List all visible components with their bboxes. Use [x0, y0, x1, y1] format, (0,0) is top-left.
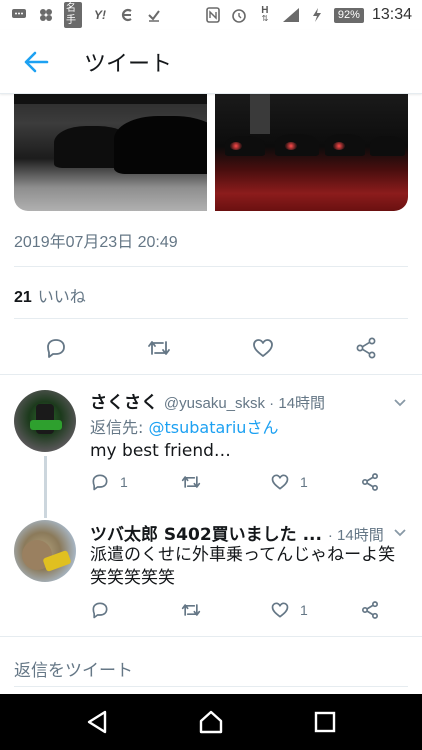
check-icon: [145, 7, 163, 23]
recents-square-icon: [314, 711, 336, 733]
reply-actions: 1: [90, 600, 380, 620]
back-arrow-icon: [24, 51, 49, 72]
share-button[interactable]: [360, 600, 380, 620]
share-button[interactable]: [352, 334, 380, 362]
tweet-timestamp: 2019年07月23日 20:49: [14, 234, 178, 251]
reply-tweet-input[interactable]: 返信をツイート: [14, 656, 133, 681]
reply-text: my best friend…: [90, 441, 231, 461]
reply-button[interactable]: [42, 334, 70, 362]
avatar[interactable]: [14, 390, 76, 452]
reply-actions: 1 1: [90, 472, 380, 492]
status-bar: 名手 Y! H ⇅ 92% 13:34: [0, 0, 422, 30]
yahoo-label: Y!: [94, 8, 106, 22]
tweet-media: [14, 94, 408, 211]
reply-button[interactable]: [90, 600, 130, 620]
reply-to-label: 返信先: @tsubatariuさん: [90, 414, 278, 438]
nav-home-button[interactable]: [191, 702, 231, 742]
meishi-label: 名手: [64, 2, 82, 28]
section-divider: [0, 636, 422, 637]
reply-button[interactable]: 1: [90, 472, 130, 492]
reply-text: 派遣のくせに外車乗ってんじゃねーよ笑笑笑笑笑笑: [90, 545, 396, 588]
reply-icon: [47, 339, 65, 358]
likes-label: いいね: [37, 289, 86, 306]
divider: [14, 266, 408, 267]
reply-icon: [92, 602, 108, 619]
alarm-icon: [230, 7, 248, 23]
retweet-button[interactable]: [180, 600, 220, 620]
nav-back-button[interactable]: [77, 702, 117, 742]
thread-line: [44, 456, 47, 518]
meishi-icon: 名手: [64, 2, 82, 28]
tweet-actions: [14, 330, 408, 366]
back-triangle-icon: [87, 710, 107, 734]
hplus-icon: H ⇅: [261, 5, 269, 23]
app-header: ツイート: [0, 30, 422, 94]
avatar[interactable]: [14, 520, 76, 582]
reply-author-name: ツバ太郎 S402買いました ...: [90, 525, 322, 545]
android-nav-bar: [0, 694, 422, 750]
heart-icon: [252, 339, 273, 357]
like-button[interactable]: 1: [270, 600, 310, 620]
battery-level: 92%: [333, 7, 364, 23]
tweet-photo-1[interactable]: [14, 94, 207, 211]
reply-author-name: さくさく: [90, 393, 158, 413]
retweet-icon: [148, 341, 171, 355]
page-title: ツイート: [84, 51, 173, 77]
signal-icon: [282, 7, 300, 23]
share-button[interactable]: [360, 472, 380, 492]
retweet-button[interactable]: [180, 472, 220, 492]
retweet-icon: [181, 604, 201, 616]
chevron-down-icon[interactable]: [392, 394, 408, 410]
reply-to-prefix: 返信先:: [90, 418, 149, 437]
nfc-icon: [204, 7, 222, 23]
home-icon: [199, 710, 223, 734]
input-underline: [14, 686, 408, 687]
message-icon: [10, 7, 28, 23]
share-icon: [362, 473, 378, 491]
back-button[interactable]: [8, 34, 64, 90]
section-divider: [0, 374, 422, 375]
yahoo-icon: Y!: [91, 7, 109, 23]
retweet-button[interactable]: [145, 334, 173, 362]
like-button[interactable]: [249, 334, 277, 362]
divider: [14, 318, 408, 319]
reply-icon: [92, 474, 108, 491]
reply-count: 1: [120, 474, 128, 490]
chevron-down-icon[interactable]: [392, 524, 408, 540]
like-button[interactable]: 1: [270, 472, 310, 492]
clock: 13:34: [371, 6, 412, 23]
reply-to-link[interactable]: @tsubatariuさん: [148, 418, 278, 437]
apps-icon: [37, 7, 55, 23]
heart-icon: [271, 474, 289, 490]
likes-count: 21: [14, 289, 32, 306]
reply-author[interactable]: さくさく @yusaku_sksk · 14時間: [90, 388, 325, 413]
nav-recents-button[interactable]: [305, 702, 345, 742]
reply-author[interactable]: ツバ太郎 S402買いました ... · 14時間: [90, 520, 384, 545]
e-icon: [118, 7, 136, 23]
heart-icon: [271, 602, 289, 618]
charging-icon: [308, 7, 326, 23]
reply-handle-time: @yusaku_sksk · 14時間: [163, 395, 326, 412]
reply-handle-time: · 14時間: [327, 527, 384, 544]
retweet-icon: [181, 476, 201, 488]
tweet-photo-2[interactable]: [215, 94, 408, 211]
likes-summary[interactable]: 21 いいね: [14, 283, 86, 307]
share-icon: [362, 601, 378, 619]
share-icon: [356, 337, 376, 359]
like-count: 1: [300, 602, 308, 618]
like-count: 1: [300, 474, 308, 490]
